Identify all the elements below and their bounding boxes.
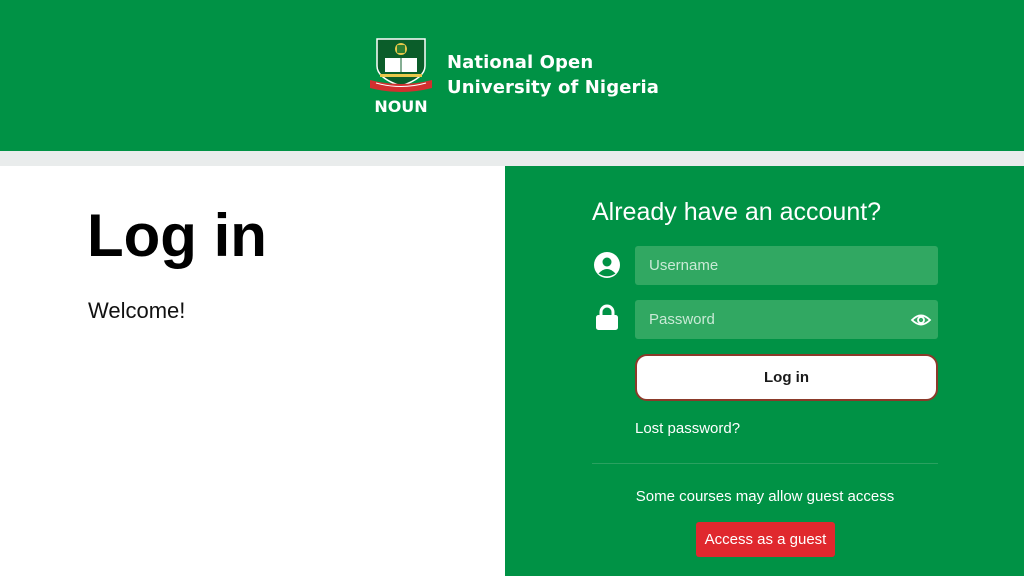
welcome-text: Welcome!	[88, 298, 186, 323]
login-form-panel: Already have an account? Log in Lost pas…	[505, 166, 1024, 576]
guest-access-info: Some courses may allow guest access	[635, 488, 895, 505]
svg-text:NOUN: NOUN	[374, 97, 427, 116]
site-header: NOUN National Open University of Nigeria	[0, 0, 1024, 151]
noun-crest-logo[interactable]: NOUN	[368, 36, 434, 116]
login-heading: Already have an account?	[592, 198, 882, 226]
eye-icon[interactable]	[910, 309, 932, 331]
login-button[interactable]: Log in	[635, 354, 938, 401]
lost-password-link[interactable]: Lost password?	[635, 420, 740, 437]
page-title: Log in	[87, 202, 267, 269]
university-name: National Open University of Nigeria	[447, 50, 659, 100]
section-divider	[592, 463, 938, 464]
university-name-line-2: University of Nigeria	[447, 77, 659, 98]
username-input[interactable]	[635, 246, 938, 285]
password-input[interactable]	[635, 300, 938, 339]
guest-access-button[interactable]: Access as a guest	[696, 522, 835, 557]
university-name-line-1: National Open	[447, 52, 594, 73]
lock-icon	[596, 304, 618, 330]
header-divider	[0, 151, 1024, 166]
login-intro-panel: Log in Welcome!	[0, 166, 505, 576]
user-circle-icon	[594, 252, 620, 278]
